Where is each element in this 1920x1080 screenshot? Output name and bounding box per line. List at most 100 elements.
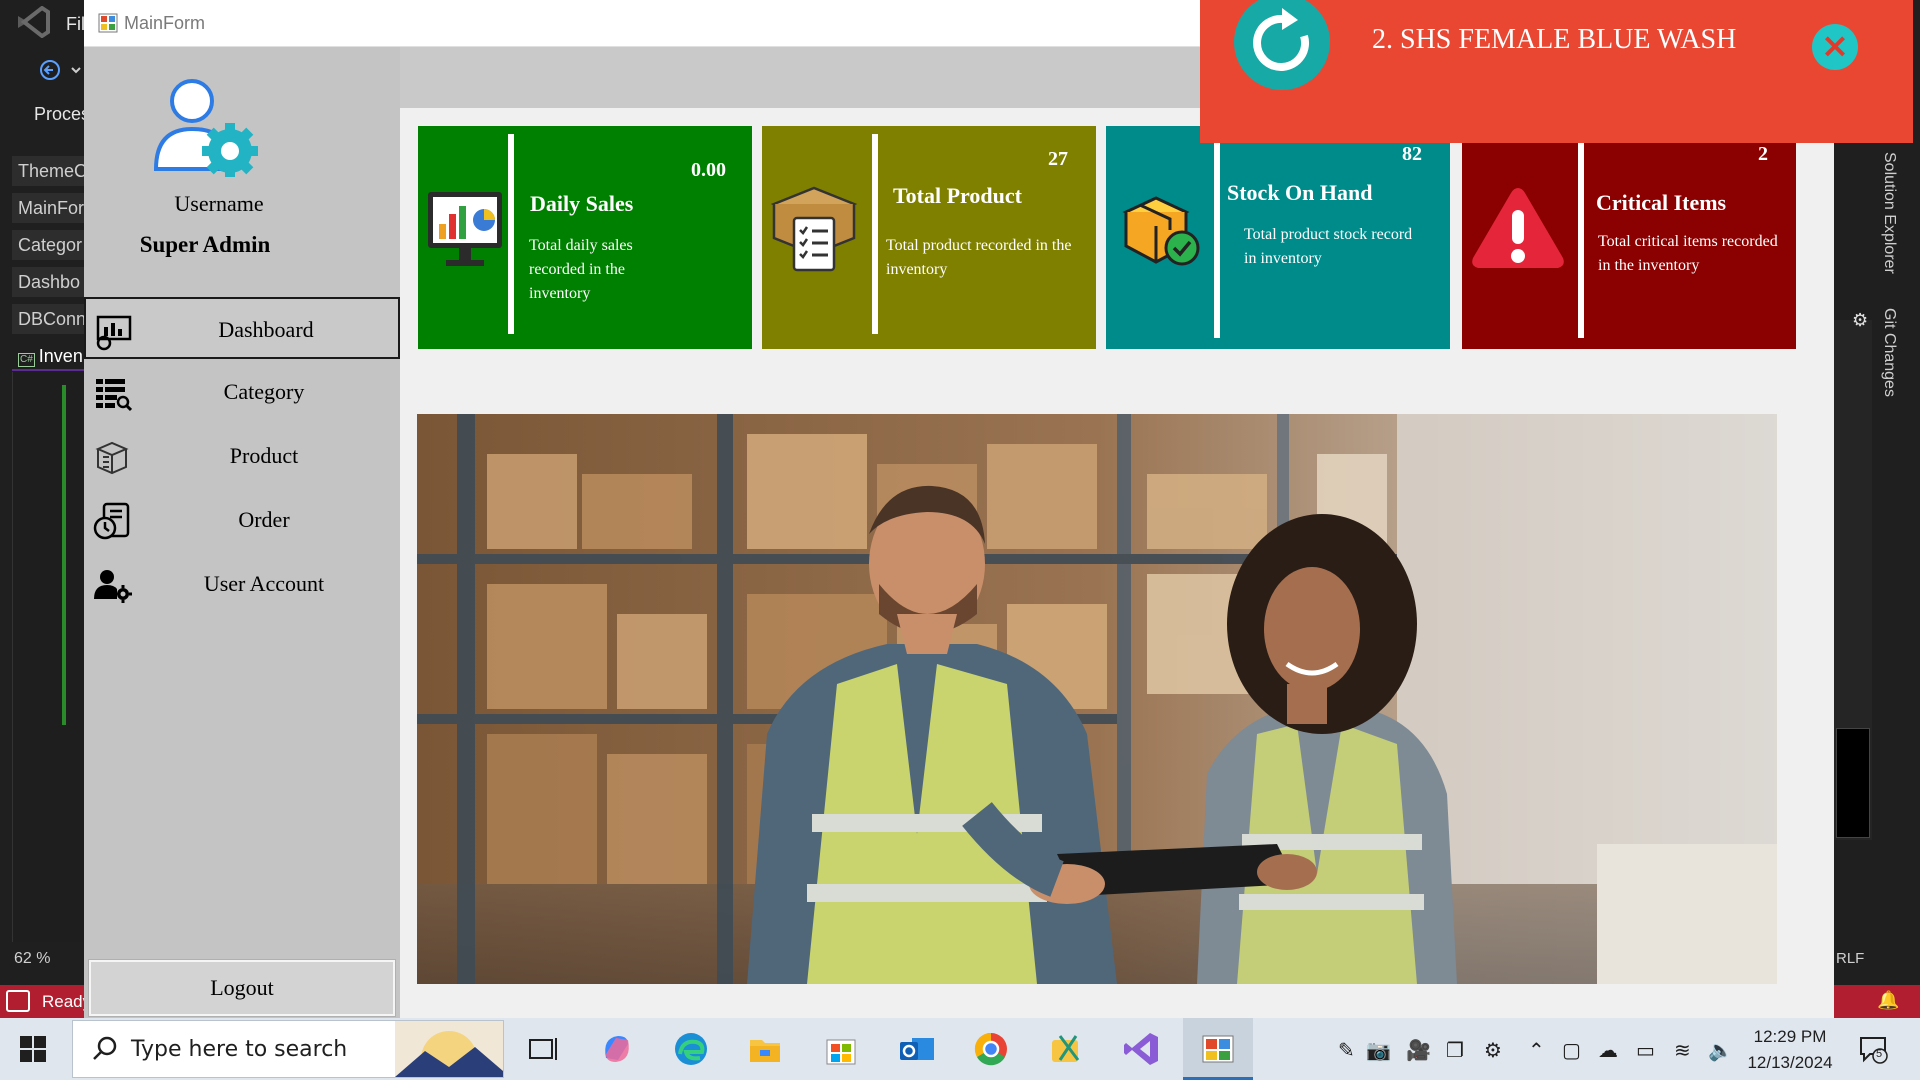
vs-minimap — [1836, 728, 1870, 838]
tray-onedrive-icon[interactable]: ☁ — [1598, 1038, 1618, 1062]
user-gear-icon — [94, 570, 132, 603]
user-settings-avatar-icon — [153, 79, 258, 177]
search-highlight-art-icon — [395, 1021, 503, 1077]
notification-close-button[interactable]: × — [1812, 24, 1858, 70]
tray-device-icon[interactable]: ▢ — [1562, 1038, 1581, 1062]
chrome-icon[interactable] — [972, 1030, 1010, 1068]
window-title: MainForm — [124, 13, 206, 33]
vs-change-gutter — [62, 385, 66, 725]
vs-process-label[interactable]: Proces — [34, 104, 90, 125]
product-box-icon — [95, 441, 129, 475]
tray-pen-icon[interactable]: ✎ — [1338, 1038, 1355, 1062]
total-product-desc: Total product recorded in the inventory — [886, 237, 1072, 278]
search-icon — [93, 1036, 117, 1060]
vs-document-tabs: ThemeC MainFor Categor Dashbo DBConn C# I… — [12, 156, 84, 378]
vs-tab-label: Inven — [38, 346, 83, 366]
windows-start-icon[interactable] — [20, 1036, 46, 1062]
tray-camera-icon[interactable]: 📷 — [1366, 1038, 1391, 1062]
search-placeholder: Type here to search — [131, 1037, 348, 1062]
vs-notification-bell-icon[interactable]: 🔔 — [1877, 990, 1899, 1011]
warning-triangle-icon — [1472, 188, 1564, 268]
vs-zoom-level[interactable]: 62 % — [14, 950, 50, 968]
stock-on-hand-desc: Total product stock record in inventory — [1244, 226, 1413, 267]
git-changes-tab[interactable]: Git Changes — [1880, 308, 1898, 397]
tray-video-icon[interactable]: 🎥 — [1406, 1038, 1431, 1062]
vs-tab-active[interactable]: C# Inven — [12, 341, 84, 371]
sidebar-item-dashboard[interactable]: Dashboard — [84, 297, 400, 359]
critical-items-value: 2 — [1758, 143, 1768, 165]
card-total-product[interactable]: 27 Total Product Total product recorded … — [762, 126, 1096, 349]
sidebar-item-order[interactable]: Order — [84, 489, 400, 551]
card-daily-sales[interactable]: 0.00 Daily Sales Total daily sales recor… — [418, 126, 752, 349]
vs-tab[interactable]: ThemeC — [12, 156, 84, 186]
sidebar-item-user-account[interactable]: User Account — [84, 553, 400, 615]
sidebar: Username Super Admin Dashboard Category — [84, 47, 400, 1018]
sidebar-item-label: Product — [229, 443, 299, 468]
card-stock-on-hand[interactable]: 82 Stock On Hand Total product stock rec… — [1106, 126, 1450, 349]
edge-browser-icon[interactable] — [672, 1030, 710, 1068]
dashboard-icon — [96, 315, 132, 351]
notification-toast[interactable]: 2. SHS FEMALE BLUE WASH × — [1200, 0, 1913, 143]
stock-on-hand-value: 82 — [1402, 143, 1422, 165]
warehouse-workers-photo — [417, 414, 1777, 984]
tray-settings-icon[interactable]: ⚙ — [1484, 1038, 1502, 1062]
sidebar-item-label: User Account — [203, 571, 325, 596]
notification-center-icon — [1860, 1037, 1888, 1064]
copilot-icon[interactable] — [598, 1030, 636, 1068]
solution-explorer-tab[interactable]: Solution Explorer — [1880, 152, 1898, 274]
main-form-window: MainForm Username Super Admin Dashboard … — [84, 0, 1834, 1018]
notification-center-button[interactable]: 5 — [1858, 1034, 1888, 1064]
taskbar-search-box[interactable]: Type here to search — [72, 1020, 504, 1078]
form-app-icon — [98, 13, 118, 33]
dashboard-main: 0.00 Daily Sales Total daily sales recor… — [400, 108, 1834, 1018]
tray-window-icon[interactable]: ❐ — [1446, 1038, 1464, 1062]
vs-tab[interactable]: MainFor — [12, 193, 84, 223]
clock-date: 12/13/2024 — [1747, 1053, 1833, 1072]
logout-button[interactable]: Logout — [88, 959, 396, 1017]
daily-sales-value: 0.00 — [691, 159, 726, 181]
order-clock-icon — [93, 502, 130, 540]
username-label: Username — [174, 191, 264, 216]
mainform-app-icon — [1202, 1035, 1234, 1063]
task-view-icon[interactable] — [524, 1030, 562, 1068]
outlook-icon[interactable] — [898, 1030, 936, 1068]
card-divider — [872, 134, 878, 334]
file-explorer-icon[interactable] — [746, 1030, 784, 1068]
vs-settings-gear-icon[interactable]: ⚙ — [1852, 310, 1868, 331]
card-critical-items[interactable]: 2 Critical Items Total critical items re… — [1462, 126, 1796, 349]
visual-studio-icon[interactable] — [1122, 1030, 1160, 1068]
tray-chevron-up-icon[interactable]: ⌃ — [1528, 1038, 1545, 1062]
taskbar-active-app[interactable] — [1183, 1018, 1253, 1080]
vs-back-icon[interactable] — [38, 58, 82, 82]
notification-count: 5 — [1876, 1048, 1883, 1060]
total-product-title: Total Product — [893, 183, 1022, 208]
tray-volume-icon[interactable]: 🔈 — [1708, 1038, 1733, 1062]
vs-tab[interactable]: Categor — [12, 230, 84, 260]
product-checklist-icon — [770, 186, 858, 272]
vs-tab[interactable]: Dashbo — [12, 267, 84, 297]
sidebar-item-label: Dashboard — [218, 317, 314, 342]
notification-text: 2. SHS FEMALE BLUE WASH — [1372, 24, 1737, 55]
vs-menu-file[interactable]: Fil — [66, 14, 85, 35]
csharp-file-icon: C# — [18, 353, 35, 367]
tray-battery-icon[interactable]: ▭ — [1636, 1038, 1655, 1062]
sidebar-item-category[interactable]: Category — [84, 361, 400, 423]
tray-wifi-icon[interactable]: ≋ — [1674, 1038, 1691, 1062]
category-list-icon — [96, 379, 132, 412]
microsoft-store-icon[interactable] — [822, 1030, 860, 1068]
taskbar: Type here to search ✎ 📷 🎥 ❐ ⚙ ⌃ ▢ ☁ ▭ ≋ … — [0, 1018, 1920, 1080]
snipping-tool-icon[interactable] — [1048, 1030, 1086, 1068]
stock-box-check-icon — [1122, 196, 1200, 266]
visual-studio-logo-icon — [18, 6, 50, 38]
taskbar-clock[interactable]: 12:29 PM 12/13/2024 — [1740, 1024, 1840, 1076]
refresh-icon — [1234, 0, 1330, 90]
vs-line-ending[interactable]: RLF — [1836, 950, 1864, 967]
sidebar-item-label: Order — [238, 507, 290, 532]
critical-items-title: Critical Items — [1596, 190, 1727, 215]
vs-tab[interactable]: DBConn — [12, 304, 84, 334]
sidebar-item-product[interactable]: Product — [84, 425, 400, 487]
critical-items-desc: Total critical items recorded in the inv… — [1598, 233, 1778, 274]
daily-sales-title: Daily Sales — [530, 191, 634, 216]
daily-sales-desc: Total daily sales recorded in the invent… — [529, 237, 633, 302]
card-divider — [1578, 138, 1584, 338]
